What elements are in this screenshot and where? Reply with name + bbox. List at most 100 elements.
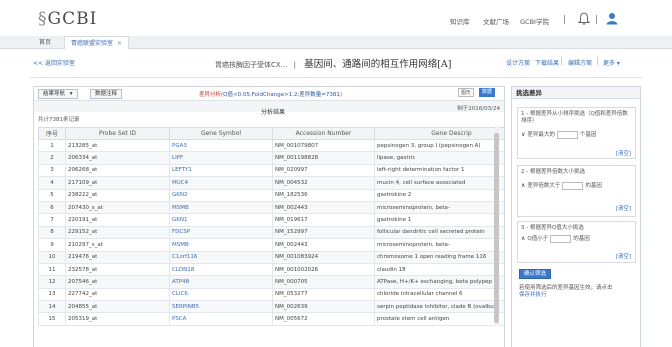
table-row[interactable]: 13 227742_at CLIC6 NM_053277 chloride intrac… [38, 287, 504, 302]
column-header[interactable]: Gene Symbol [169, 127, 273, 140]
table-row[interactable]: 3 206268_at LEFTY1 NM_020997 left-right dete… [38, 163, 504, 178]
accession-cell: NM_002443 [272, 238, 375, 252]
accession-cell: NM_005672 [272, 312, 375, 326]
probe-id-cell: 204855_at [65, 300, 170, 314]
probe-id-cell: 213285_at [65, 138, 170, 153]
filter-box-top-n: 1 - 根据差异从小排序挑选（Q值和差异倍数排序） ∨ 差异最大的 个基因 [清空] [517, 107, 636, 159]
accession-cell: NM_001083924 [272, 250, 375, 264]
gene-symbol-link[interactable]: MUC4 [169, 176, 273, 190]
tab-bar: 首页 胃癌联盟实验室 × [0, 36, 672, 49]
accession-cell: NM_182536 [272, 188, 375, 202]
gene-description-cell: serpin peptidase inhibitor, clade B (ova… [374, 300, 504, 314]
page-toolbar: << 返回实验室 胃癌核酶因子受体CX... | 基因间、通路间的相互作用网络[… [0, 50, 672, 75]
record-count: 共计7381条记录 [38, 117, 80, 123]
table-row[interactable]: 10 219476_at C1orf116 NM_001083924 chromosom… [38, 250, 504, 264]
table-row[interactable]: 1 213285_at PGA3 NM_001079807 pepsinogen 3, … [38, 138, 504, 153]
confirm-filter-button[interactable]: 确认筛选 [519, 269, 552, 279]
table-row[interactable]: 8 229152_at FDCSP NM_152997 follicular dendr… [38, 225, 504, 240]
table-row[interactable]: 14 204855_at SERPINB5 NM_002639 serpin pepti… [38, 300, 504, 314]
probe-id-cell: 206268_at [65, 163, 170, 178]
table-row[interactable]: 2 206334_at LIPF NM_001198828 lipase, gastri… [38, 151, 504, 165]
column-header[interactable]: Probe Set ID [65, 127, 170, 140]
gene-description-cell: chloride intracellular channel 6 [374, 287, 504, 302]
bell-icon[interactable] [578, 12, 590, 25]
gene-description-cell: microseminoprotein, beta- [374, 200, 504, 215]
results-panel: 结果导航 ▾ 数据注释 差异分析(Q值<0.05;FoldChange>1.2;… [33, 86, 505, 347]
gene-symbol-link[interactable]: LEFTY1 [169, 163, 273, 178]
row-number-cell: 10 [38, 250, 66, 264]
save-and-run-link[interactable]: 保存并执行 [519, 292, 547, 298]
close-icon[interactable]: × [117, 40, 122, 47]
tab-gastric-lab[interactable]: 胃癌联盟实验室 × [64, 36, 130, 49]
data-annotation-button[interactable]: 数据注释 [90, 89, 123, 99]
fold-change-input[interactable] [562, 181, 584, 190]
chevron-down-icon: ▾ [69, 91, 73, 97]
chevron-up-icon[interactable]: ∧ [521, 235, 525, 242]
table-row[interactable]: 12 207546_at ATP4B NM_000705 ATPase, H+/K+ e… [38, 275, 504, 289]
results-nav-button[interactable]: 结果导航 ▾ [38, 89, 78, 99]
gene-symbol-link[interactable]: MSMB [169, 200, 273, 215]
gene-symbol-link[interactable]: FDCSP [169, 225, 273, 240]
chevron-up-icon[interactable]: ∧ [521, 182, 525, 189]
gcbi-logo[interactable]: §GCBI [38, 9, 97, 29]
clear-fold-change-link[interactable]: [清空] [616, 204, 631, 212]
gene-symbol-link[interactable]: CLIC6 [169, 287, 273, 302]
gene-description-cell: follicular dendritic cell secreted prote… [374, 225, 504, 240]
probe-id-cell: 207546_at [65, 275, 170, 289]
row-number-cell: 8 [38, 225, 66, 240]
chevron-down-icon[interactable]: ∨ [521, 131, 525, 138]
gene-symbol-link[interactable]: LIPF [169, 151, 273, 165]
gene-symbol-link[interactable]: PGA3 [169, 138, 273, 153]
toolbar-divider [597, 57, 598, 65]
data-view-button[interactable]: 数据 [479, 88, 496, 97]
edit-plan-link[interactable]: 编辑方案 [568, 58, 592, 67]
nav-divider [564, 15, 565, 24]
gene-description-cell: ATPase, H+/K+ exchanging, beta polypep [374, 275, 504, 289]
table-row[interactable]: 15 205319_at PSCA NM_005672 prostate stem ce… [38, 312, 504, 326]
table-row[interactable]: 11 232578_at CLDN18 NM_001002026 claudin 18 [38, 262, 504, 277]
gene-symbol-link[interactable]: SERPINB5 [169, 300, 273, 314]
column-header[interactable]: 序号 [38, 127, 66, 140]
gene-symbol-link[interactable]: MSMB [169, 238, 273, 252]
column-header[interactable]: Accession Number [272, 127, 375, 140]
q-value-input[interactable] [550, 234, 572, 243]
nav-knowledge-base[interactable]: 知识库 [450, 16, 470, 26]
more-menu[interactable]: 更多 ▾ [603, 58, 620, 67]
filter-box-fold-change: 2 - 根据差异倍数大小挑选 ∧ 差异倍数大于 的基因 [清空] [517, 165, 636, 217]
probe-id-cell: 210297_s_at [65, 238, 170, 252]
gene-symbol-link[interactable]: PSCA [169, 312, 273, 326]
probe-id-cell: 229152_at [65, 225, 170, 240]
gene-symbol-link[interactable]: GKN1 [169, 213, 273, 227]
probe-id-cell: 206334_at [65, 151, 170, 165]
scrollbar-thumb[interactable] [494, 133, 499, 323]
table-row[interactable]: 6 207430_s_at MSMB NM_002443 microseminoprot… [38, 200, 504, 215]
top-n-input[interactable] [556, 130, 578, 139]
nav-literature-square[interactable]: 文献广场 [483, 16, 509, 26]
divider [30, 77, 642, 78]
nav-gcbi-academy[interactable]: GCBI学院 [520, 16, 549, 26]
back-to-lab-link[interactable]: << 返回实验室 [33, 58, 75, 67]
chart-view-button[interactable]: 图形 [458, 88, 475, 97]
probe-id-cell: 207430_s_at [65, 200, 170, 215]
user-icon[interactable] [606, 12, 618, 25]
tab-home[interactable]: 首页 [33, 36, 57, 49]
gene-symbol-link[interactable]: ATP4B [169, 275, 273, 289]
column-header[interactable]: Gene Descrip [374, 127, 504, 140]
table-row[interactable]: 7 220191_at GKN1 NM_019617 gastrokine 1 [38, 213, 504, 227]
design-plan-link[interactable]: 设计方案 [506, 58, 530, 67]
gene-description-cell: left-right determination factor 1 [374, 163, 504, 178]
clear-top-n-link[interactable]: [清空] [616, 149, 631, 157]
gene-symbol-link[interactable]: CLDN18 [169, 262, 273, 277]
accession-cell: NM_019617 [272, 213, 375, 227]
gene-symbol-link[interactable]: C1orf116 [169, 250, 273, 264]
row-number-cell: 2 [38, 151, 66, 165]
table-row[interactable]: 9 210297_s_at MSMB NM_002443 microseminoprot… [38, 238, 504, 252]
table-row[interactable]: 5 238222_at GKN2 NM_182536 gastrokine 2 [38, 188, 504, 202]
table-row[interactable]: 4 217109_at MUC4 NM_004532 mucin 4, cell sur… [38, 176, 504, 190]
clear-q-value-link[interactable]: [清空] [616, 252, 631, 260]
results-table: 序号 Probe Set ID Gene Symbol Accession Numbe… [38, 127, 504, 326]
download-results-link[interactable]: 下载结果 [535, 58, 559, 67]
gene-symbol-link[interactable]: GKN2 [169, 188, 273, 202]
accession-cell: NM_020997 [272, 163, 375, 178]
accession-cell: NM_004532 [272, 176, 375, 190]
